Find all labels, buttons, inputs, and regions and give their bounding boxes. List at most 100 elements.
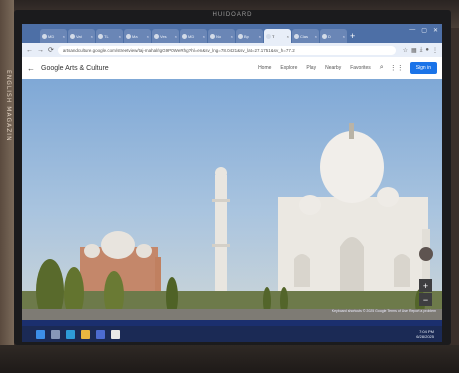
screen: MD × Vat × TL × Ma × Ves × MD × No × Bp × T × Clas × D × + — ▢… xyxy=(22,24,442,342)
download-icon[interactable]: ⤓ xyxy=(420,47,423,54)
minaret xyxy=(215,175,227,310)
tab-close-icon[interactable]: × xyxy=(147,34,149,39)
wall-sign-text: ENGLISH MAGAZIN xyxy=(5,70,12,142)
street-view-image[interactable]: + − xyxy=(22,79,442,320)
tab-close-icon[interactable]: × xyxy=(91,34,93,39)
main-arch xyxy=(340,237,364,297)
back-arrow-icon[interactable]: ← xyxy=(27,64,35,73)
minimize-icon[interactable]: — xyxy=(409,27,415,34)
taj-mahal-scene: + − xyxy=(22,123,442,320)
nav-home[interactable]: Home xyxy=(258,65,271,71)
tab-title: MD xyxy=(188,33,195,39)
video-icon xyxy=(294,33,299,39)
tab-title: No xyxy=(216,33,222,39)
back-nav-icon[interactable]: ← xyxy=(26,47,33,54)
nav-favorites[interactable]: Favorites xyxy=(350,65,371,71)
tab-close-icon[interactable]: × xyxy=(315,34,317,39)
google-icon xyxy=(126,33,131,39)
browser-tab[interactable]: TL × xyxy=(96,29,123,43)
mosque-small-dome xyxy=(84,244,100,258)
tab-title: Ma xyxy=(132,33,138,39)
mosque-dome xyxy=(101,231,135,259)
side-arch xyxy=(294,254,310,287)
arts-culture-icon xyxy=(266,33,271,39)
chhatri-dome xyxy=(299,195,321,215)
tab-title: Bp xyxy=(244,33,249,39)
zoom-out-icon[interactable]: − xyxy=(423,295,428,305)
new-tab-button[interactable]: + xyxy=(350,29,355,43)
globe-icon xyxy=(322,33,327,39)
chhatri-dome xyxy=(377,187,399,207)
nav-nearby[interactable]: Nearby xyxy=(325,65,341,71)
tab-icon xyxy=(98,33,103,39)
main-dome xyxy=(320,131,384,203)
tab-close-icon[interactable]: × xyxy=(259,34,261,39)
globe-icon xyxy=(210,33,215,39)
taskbar: 7:04 PM 6/28/2025 xyxy=(22,326,442,342)
browser-tab[interactable]: MD × xyxy=(180,29,207,43)
minaret-balcony xyxy=(212,199,230,202)
browser-tab[interactable]: Bp × xyxy=(236,29,263,43)
tab-title: T xyxy=(272,33,275,39)
tab-title: Ves xyxy=(160,33,167,39)
maximize-icon[interactable]: ▢ xyxy=(421,27,427,34)
monitor-brand: HUIDOARD xyxy=(212,12,253,18)
star-icon[interactable]: ☆ xyxy=(403,47,408,54)
tab-title: MD xyxy=(48,33,55,39)
zoom-in-icon[interactable]: + xyxy=(423,281,428,291)
tab-close-icon[interactable]: × xyxy=(287,34,289,39)
store-icon[interactable] xyxy=(96,329,105,339)
address-bar: ← → ⟳ artsandculture.google.com/streetvi… xyxy=(22,43,442,57)
tab-close-icon[interactable]: × xyxy=(343,34,345,39)
map-credit[interactable]: Keyboard shortcuts © 2025 Google Terms o… xyxy=(332,309,436,313)
browser-tab[interactable]: MD × xyxy=(40,29,67,43)
dome-finial xyxy=(349,123,354,139)
browser-tab[interactable]: Ma × xyxy=(124,29,151,43)
browser-tab[interactable]: D × xyxy=(320,29,347,43)
edge-icon[interactable] xyxy=(66,329,75,339)
reload-icon[interactable]: ⟳ xyxy=(48,46,54,54)
browser-tab-strip: MD × Vat × TL × Ma × Ves × MD × No × Bp × T × Clas × D × + xyxy=(22,24,442,43)
menu-icon[interactable]: ⋮ xyxy=(432,47,438,54)
browser-tab[interactable]: T × xyxy=(264,29,291,43)
browser-tab[interactable]: Ves × xyxy=(152,29,179,43)
pegman-icon[interactable] xyxy=(419,247,433,261)
tab-close-icon[interactable]: × xyxy=(203,34,205,39)
forward-nav-icon[interactable]: → xyxy=(37,47,44,54)
nav-play[interactable]: Play xyxy=(306,65,316,71)
windows-start-icon[interactable] xyxy=(36,329,45,339)
chrome-icon[interactable] xyxy=(111,329,120,339)
tab-title: D xyxy=(328,33,331,39)
tab-close-icon[interactable]: × xyxy=(119,34,121,39)
window-controls[interactable]: — ▢ ✕ xyxy=(409,27,438,34)
browser-tab[interactable]: No × xyxy=(208,29,235,43)
file-explorer-icon[interactable] xyxy=(81,329,90,339)
browser-tab[interactable]: Clas × xyxy=(292,29,319,43)
url-field[interactable]: artsandculture.google.com/streetview/taj… xyxy=(57,45,396,55)
minaret-balcony xyxy=(212,244,230,247)
close-icon[interactable]: ✕ xyxy=(433,27,438,34)
mosque-small-dome xyxy=(136,244,152,258)
tab-close-icon[interactable]: × xyxy=(63,34,65,39)
clock-date: 6/28/2025 xyxy=(416,334,434,339)
apps-grid-icon[interactable]: ⋮⋮ xyxy=(390,64,404,72)
nav-explore[interactable]: Explore xyxy=(280,65,297,71)
search-icon[interactable]: ⌕ xyxy=(380,64,384,72)
wall-sign: ENGLISH MAGAZIN xyxy=(0,0,14,373)
browser-tab[interactable]: Vat × xyxy=(68,29,95,43)
sign-in-button[interactable]: Sign in xyxy=(409,62,437,74)
tab-close-icon[interactable]: × xyxy=(231,34,233,39)
tab-title: Vat xyxy=(76,33,82,39)
clock[interactable]: 7:04 PM 6/28/2025 xyxy=(416,329,434,339)
app-header: ← Google Arts & Culture Home Explore Pla… xyxy=(22,57,442,79)
minaret-cupola xyxy=(215,167,227,179)
search-taskbar-icon[interactable] xyxy=(51,329,60,339)
profile-icon[interactable]: ● xyxy=(425,47,429,53)
google-icon xyxy=(182,33,187,39)
side-arch xyxy=(394,254,410,287)
gmail-icon xyxy=(42,33,47,39)
extensions-icon[interactable]: ▦ xyxy=(411,47,417,54)
app-logo[interactable]: Google Arts & Culture xyxy=(41,65,258,72)
tab-title: TL xyxy=(104,33,109,39)
tab-close-icon[interactable]: × xyxy=(175,34,177,39)
